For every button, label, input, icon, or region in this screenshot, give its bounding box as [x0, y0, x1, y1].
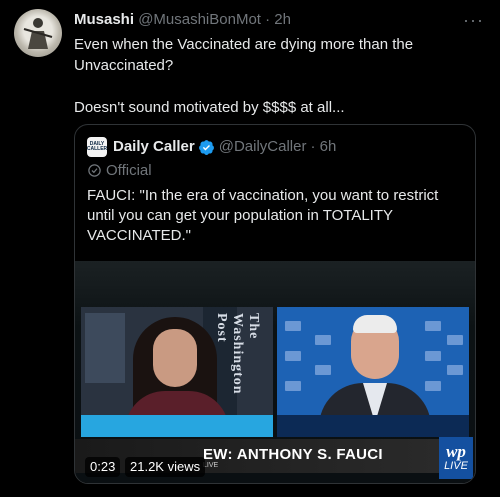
backdrop-logo [447, 335, 463, 345]
tweet-text-line1: Even when the Vaccinated are dying more … [74, 36, 414, 74]
verified-badge-icon [198, 139, 214, 155]
backdrop-logo [425, 351, 441, 361]
official-label: Official [87, 162, 152, 179]
backdrop-logo [285, 321, 301, 331]
author-handle[interactable]: @MusashiBonMot [138, 11, 261, 28]
quoted-tweet-time[interactable]: · 6h [310, 138, 336, 156]
sign-text: The Washington Post [214, 313, 261, 395]
video-timestamp: 0:23 [85, 457, 121, 477]
backdrop-logo [315, 365, 331, 375]
tweet-text-line2: Doesn't sound motivated by $$$$ at all..… [74, 99, 345, 116]
left-pane-bar [81, 415, 273, 437]
backdrop-logo [285, 381, 301, 391]
tweet-time[interactable]: · 2h [265, 11, 291, 28]
official-check-icon [88, 164, 101, 177]
video-player[interactable]: The Washington Post EW: ANTHONY S. FAUCI… [75, 261, 475, 483]
wp-logo-icon: wp [446, 442, 466, 461]
logo-text-2: CALLER [86, 146, 108, 152]
lower-third-sub: LIVE [203, 462, 219, 469]
backdrop-logo [447, 365, 463, 375]
tweet[interactable]: Musashi @MusashiBonMot · 2h ··· Even whe… [0, 0, 500, 497]
video-right-pane [277, 307, 469, 437]
live-label: LIVE [444, 460, 468, 472]
quoted-author-handle[interactable]: @DailyCaller [219, 138, 307, 156]
quoted-author-name[interactable]: Daily Caller [113, 138, 195, 156]
quoted-text: FAUCI: "In the era of vaccination, you w… [87, 187, 439, 244]
quoted-tweet[interactable]: DAILY CALLER Daily Caller @DailyCaller ·… [74, 124, 476, 484]
avatar-figure-icon [23, 18, 53, 49]
backdrop-logo [425, 381, 441, 391]
backdrop-logo [425, 321, 441, 331]
avatar[interactable] [14, 9, 62, 57]
tweet-header: Musashi @MusashiBonMot · 2h [74, 11, 291, 29]
author-name[interactable]: Musashi [74, 11, 134, 28]
backdrop-logo [285, 351, 301, 361]
studio-screen [85, 313, 125, 383]
quoted-header: DAILY CALLER Daily Caller @DailyCaller ·… [87, 137, 336, 157]
daily-caller-logo-icon: DAILY CALLER [87, 137, 107, 157]
lower-third-title: EW: ANTHONY S. FAUCI [203, 446, 383, 463]
right-pane-bar [277, 415, 469, 437]
speaker-hair [353, 315, 397, 333]
video-left-pane: The Washington Post [81, 307, 273, 437]
video-views: 21.2K views [125, 457, 206, 477]
official-text: Official [106, 162, 152, 179]
wp-live-badge: wp LIVE [439, 437, 473, 479]
tweet-text: Even when the Vaccinated are dying more … [74, 34, 484, 118]
anchor-face [153, 329, 197, 387]
backdrop-logo [315, 335, 331, 345]
more-options-icon[interactable]: ··· [463, 10, 484, 31]
